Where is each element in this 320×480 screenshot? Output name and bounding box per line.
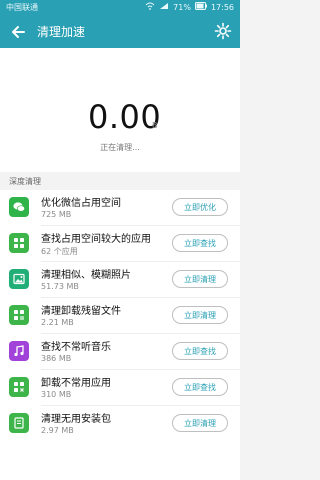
- photo-icon: [9, 269, 29, 289]
- battery-percent: 71%: [173, 3, 191, 12]
- find-button[interactable]: 立即查找: [172, 342, 228, 360]
- gear-icon[interactable]: [214, 22, 232, 40]
- clean-button[interactable]: 立即清理: [172, 306, 228, 324]
- item-size: 2.97 MB: [41, 426, 74, 435]
- item-size: 51.73 MB: [41, 282, 79, 291]
- wechat-icon: [9, 197, 29, 217]
- item-label: 查找不常听音乐: [41, 342, 111, 353]
- deep-clean-list: 优化微信占用空间 725 MB 立即优化 查找占用空间较大的应用 62 个应用 …: [0, 190, 240, 480]
- find-button[interactable]: 立即查找: [172, 378, 228, 396]
- list-item[interactable]: 清理卸载残留文件 2.21 MB 立即清理: [0, 298, 240, 334]
- cleaned-amount: 0.00: [88, 98, 162, 136]
- residual-files-icon: [9, 305, 29, 325]
- apps-grid-icon: [9, 233, 29, 253]
- list-item[interactable]: 卸载不常用应用 310 MB 立即查找: [0, 370, 240, 406]
- status-right: 71% 17:56: [145, 0, 234, 16]
- item-size: 386 MB: [41, 354, 72, 363]
- clean-button[interactable]: 立即清理: [172, 414, 228, 432]
- item-label: 清理卸载残留文件: [41, 306, 121, 317]
- battery-icon: [194, 0, 207, 16]
- list-item[interactable]: 优化微信占用空间 725 MB 立即优化: [0, 190, 240, 226]
- package-icon: [9, 413, 29, 433]
- music-icon: [9, 341, 29, 361]
- carrier-label: 中国联通: [6, 3, 38, 12]
- item-label: 优化微信占用空间: [41, 198, 121, 209]
- status-bar: 中国联通 71% 17:56: [0, 0, 240, 16]
- item-label: 查找占用空间较大的应用: [41, 234, 151, 245]
- uninstall-apps-icon: [9, 377, 29, 397]
- find-button[interactable]: 立即查找: [172, 234, 228, 252]
- list-item[interactable]: 查找占用空间较大的应用 62 个应用 立即查找: [0, 226, 240, 262]
- back-arrow-icon[interactable]: [8, 22, 28, 42]
- clean-button[interactable]: 立即清理: [172, 270, 228, 288]
- list-item[interactable]: 查找不常听音乐 386 MB 立即查找: [0, 334, 240, 370]
- cleaning-status: 正在清理...: [100, 143, 140, 152]
- page-title: 清理加速: [37, 25, 86, 39]
- list-item[interactable]: 清理无用安装包 2.97 MB 立即清理: [0, 406, 240, 442]
- signal-icon: [159, 0, 169, 16]
- item-size: 310 MB: [41, 390, 72, 399]
- cleaned-unit: B: [152, 121, 158, 130]
- list-item[interactable]: 清理相似、模糊照片 51.73 MB 立即清理: [0, 262, 240, 298]
- item-size: 2.21 MB: [41, 318, 74, 327]
- item-size: 62 个应用: [41, 247, 78, 256]
- wifi-icon: [145, 0, 155, 16]
- optimize-button[interactable]: 立即优化: [172, 198, 228, 216]
- section-title: 深度清理: [9, 177, 41, 186]
- item-size: 725 MB: [41, 210, 72, 219]
- clock: 17:56: [210, 3, 234, 12]
- item-label: 清理无用安装包: [41, 414, 111, 425]
- app-bar: 清理加速: [0, 16, 240, 48]
- item-label: 卸载不常用应用: [41, 378, 111, 389]
- item-label: 清理相似、模糊照片: [41, 270, 131, 281]
- cleaning-hero: 0.00 B 正在清理...: [0, 48, 240, 172]
